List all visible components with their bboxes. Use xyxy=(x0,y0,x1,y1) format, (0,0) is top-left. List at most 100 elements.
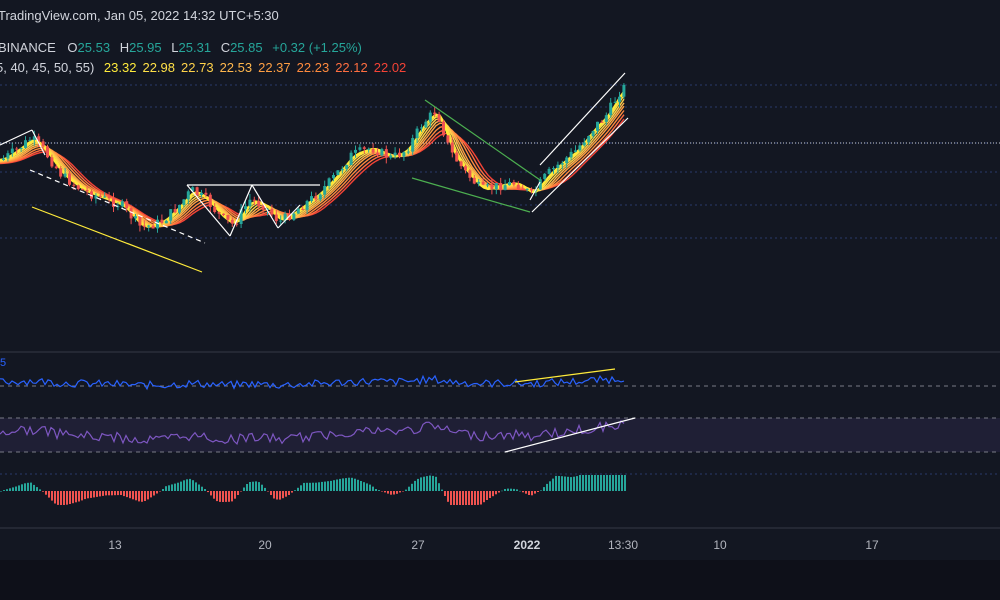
histogram-bar xyxy=(432,475,434,491)
close-value: 25.85 xyxy=(230,40,263,55)
histogram-bar xyxy=(546,483,548,491)
candle-body xyxy=(279,220,283,222)
histogram-bar xyxy=(174,483,176,491)
histogram-bar xyxy=(159,491,161,492)
histogram-bar xyxy=(333,480,335,491)
candle-body xyxy=(41,141,45,147)
histogram-bar xyxy=(585,475,587,491)
histogram-bar xyxy=(105,491,107,496)
histogram-bar xyxy=(306,482,308,491)
histogram-bar xyxy=(516,489,518,491)
ma-values: 23.32 22.98 22.73 22.53 22.37 22.23 22.12 22.02 xyxy=(98,60,406,75)
histogram-bar xyxy=(66,491,68,505)
histogram-bar xyxy=(594,475,596,491)
histogram-bar xyxy=(525,491,527,494)
candle-body xyxy=(428,112,432,122)
histogram-bar xyxy=(156,491,158,494)
histogram-bar xyxy=(213,491,215,499)
histogram-bar xyxy=(390,491,392,495)
ma-value-2: 22.98 xyxy=(142,60,176,75)
candle-body xyxy=(494,183,498,190)
histogram-bar xyxy=(468,491,470,505)
histogram-bar xyxy=(375,489,377,491)
histogram-bar xyxy=(198,484,200,491)
open-value: 25.53 xyxy=(77,40,111,55)
candle-body xyxy=(503,185,507,191)
histogram-bar xyxy=(243,487,245,491)
candle-body xyxy=(160,219,164,224)
histogram-bar xyxy=(219,491,221,502)
candle-body xyxy=(222,213,225,215)
candle-body xyxy=(76,185,80,190)
candle-body xyxy=(217,212,221,214)
histogram-bar xyxy=(141,491,143,502)
candle-body xyxy=(477,181,481,184)
histogram-bar xyxy=(57,491,59,505)
ma-value-3: 22.73 xyxy=(181,60,214,75)
candle-body xyxy=(367,148,371,150)
histogram-bar xyxy=(201,486,203,491)
candle-body xyxy=(393,152,397,156)
histogram-bar xyxy=(186,479,188,491)
candle-body xyxy=(208,194,212,207)
histogram-bar xyxy=(54,491,56,504)
histogram-bar xyxy=(474,491,476,505)
chart-canvas[interactable]: 5 xyxy=(0,0,1000,600)
histogram-bar xyxy=(168,485,170,491)
histogram-bar xyxy=(246,484,248,491)
ohlc-legend: BINANCE O25.53 H25.95 L25.31 C25.85 +0.3… xyxy=(0,40,362,55)
candle-body xyxy=(305,200,309,210)
candle-body xyxy=(543,173,547,180)
candle-body xyxy=(28,139,32,141)
histogram-bar xyxy=(360,481,362,491)
histogram-bar xyxy=(564,476,566,491)
histogram-bar xyxy=(405,489,407,491)
candle-body xyxy=(516,184,520,189)
histogram-bar xyxy=(75,491,77,503)
candle-body xyxy=(411,138,415,152)
histogram-bar xyxy=(12,487,14,491)
candle-body xyxy=(406,151,410,153)
histogram-bar xyxy=(96,491,98,497)
histogram-bar xyxy=(276,491,278,500)
histogram-bar xyxy=(552,478,554,491)
histogram-bar xyxy=(288,491,290,495)
histogram-bar xyxy=(93,491,95,498)
candle-body xyxy=(120,201,124,207)
candle-body xyxy=(98,195,102,197)
candle-body xyxy=(103,196,107,198)
histogram-bar xyxy=(192,480,194,491)
histogram-bar xyxy=(117,491,119,496)
candle-body xyxy=(420,127,423,129)
oscillator-1-line xyxy=(0,374,625,391)
ma-ribbon-legend: 5, 40, 45, 50, 55) 23.32 22.98 22.73 22.53 2… xyxy=(0,60,406,75)
low-label: L xyxy=(171,40,179,55)
histogram-bar xyxy=(534,491,536,494)
candle-body xyxy=(164,220,168,224)
histogram-bar xyxy=(348,477,350,491)
candle-body xyxy=(578,145,582,151)
candle-body xyxy=(173,209,177,213)
histogram-bar xyxy=(273,491,275,499)
histogram-bar xyxy=(315,482,317,491)
low-value: 25.31 xyxy=(178,40,212,55)
histogram-bar xyxy=(279,491,281,500)
histogram-bar xyxy=(462,491,464,505)
osc-label: 5 xyxy=(0,357,6,369)
histogram-bar xyxy=(492,491,494,497)
candle-body xyxy=(186,191,190,200)
high-value: 25.95 xyxy=(129,40,162,55)
candle-body xyxy=(560,163,564,165)
histogram-bar xyxy=(165,486,167,491)
histogram-bar xyxy=(312,482,314,491)
candle-body xyxy=(512,182,516,185)
histogram-bar xyxy=(300,485,302,491)
candle-body xyxy=(354,149,357,153)
high-label: H xyxy=(119,40,130,55)
candle-body xyxy=(81,189,85,191)
histogram-bar xyxy=(270,491,272,495)
histogram-bar xyxy=(147,491,149,500)
histogram-bar xyxy=(138,491,140,502)
ma-value-7: 22.12 xyxy=(335,60,368,75)
histogram-bar xyxy=(225,491,227,502)
